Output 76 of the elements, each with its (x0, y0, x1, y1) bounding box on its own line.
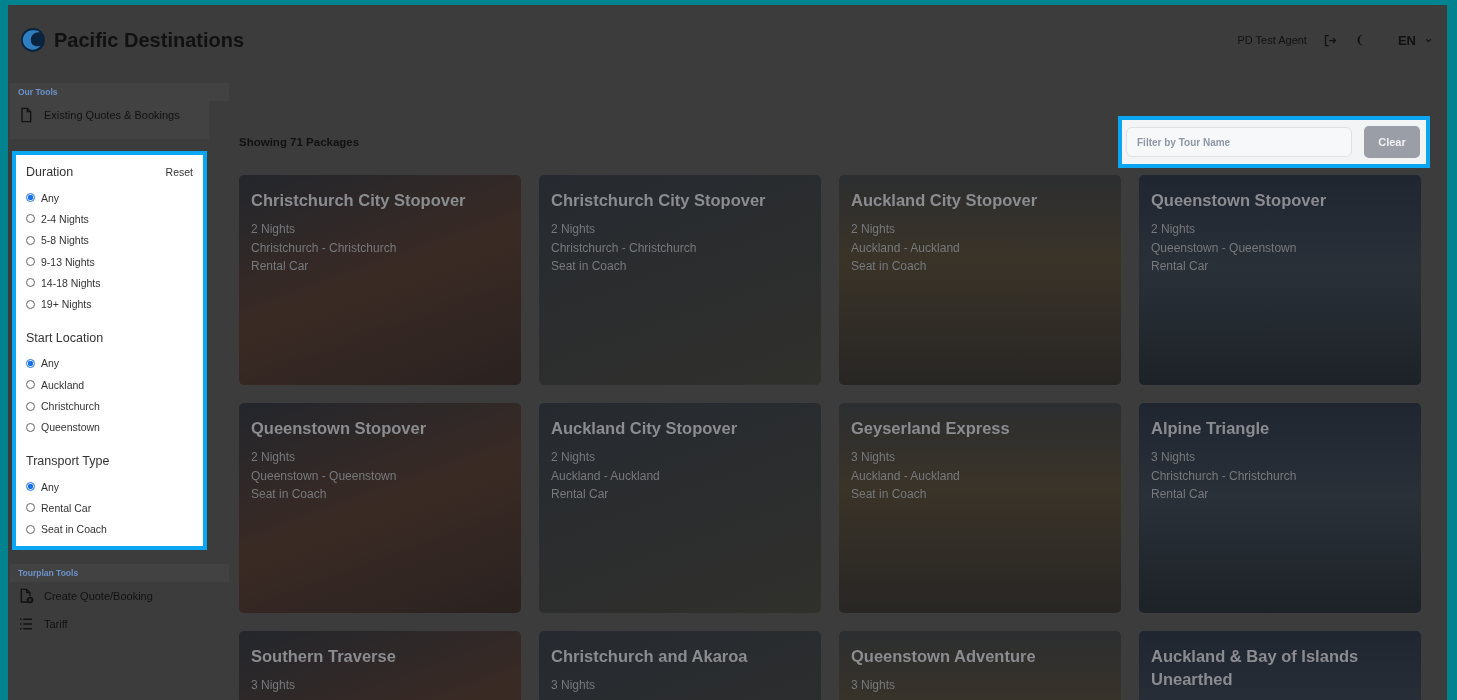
package-nights: 3 Nights (851, 449, 897, 467)
package-card[interactable]: Christchurch and Akaroa 3 Nights (539, 631, 821, 700)
radio-label: 14-18 Nights (41, 276, 101, 289)
filter-group-title: Start Location (26, 330, 104, 345)
package-route: Queenstown - Queenstown (1151, 239, 1298, 257)
radio-label: 5-8 Nights (41, 234, 89, 247)
radio-label: Any (41, 357, 60, 370)
package-title: Queenstown Stopover (1151, 190, 1328, 211)
package-title: Auckland City Stopover (851, 190, 1039, 211)
package-card[interactable]: Christchurch City Stopover 2 Nights Christchurch - Christchurch Rental Car (239, 175, 521, 385)
package-nights: 3 Nights (551, 677, 597, 695)
package-title: Queenstown Adventure (851, 646, 1037, 667)
logout-icon[interactable] (1322, 32, 1338, 48)
package-transport: Seat in Coach (851, 486, 928, 504)
package-card[interactable]: Southern Traverse 3 Nights (239, 631, 521, 700)
package-title: Christchurch City Stopover (551, 190, 767, 211)
radio-button[interactable] (26, 482, 35, 492)
radio-label: Queenstown (41, 421, 100, 434)
package-nights: 3 Nights (851, 677, 897, 695)
package-nights: 2 Nights (251, 449, 297, 467)
reset-link[interactable]: Reset (165, 166, 193, 178)
package-card[interactable]: Auckland & Bay of Islands Unearthed (1139, 631, 1421, 700)
package-card[interactable]: Queenstown Stopover 2 Nights Queenstown - Queenstown Seat in Coach (239, 403, 521, 613)
package-transport: Rental Car (1151, 486, 1210, 504)
radio-button[interactable] (26, 358, 35, 368)
package-card[interactable]: Queenstown Adventure 3 Nights (839, 631, 1121, 700)
radio-label: Seat in Coach (41, 523, 107, 536)
package-card[interactable]: Auckland City Stopover 2 Nights Auckland - Auckland Seat in Coach (839, 175, 1121, 385)
package-route: Christchurch - Christchurch (551, 239, 698, 257)
package-nights: 2 Nights (851, 221, 897, 239)
package-card[interactable]: Christchurch City Stopover 2 Nights Christchurch - Christchurch Seat in Coach (539, 175, 821, 385)
radio-label: Rental Car (41, 501, 92, 514)
package-transport: Seat in Coach (551, 258, 628, 276)
package-title: Auckland City Stopover (551, 418, 739, 439)
package-route: Auckland - Auckland (851, 467, 961, 485)
radio-label: Any (41, 191, 60, 204)
package-transport: Rental Car (551, 486, 610, 504)
package-title: Auckland & Bay of Islands Unearthed (1151, 646, 1360, 691)
clear-button[interactable]: Clear (1364, 126, 1420, 158)
package-nights: 2 Nights (551, 221, 597, 239)
package-route: Christchurch - Christchurch (251, 239, 398, 257)
package-title: Alpine Triangle (1151, 418, 1271, 439)
package-nights: 3 Nights (1151, 449, 1197, 467)
radio-label: 2-4 Nights (41, 212, 89, 225)
package-card[interactable]: Alpine Triangle 3 Nights Christchurch - Christchurch Rental Car (1139, 403, 1421, 613)
package-route: Auckland - Auckland (551, 467, 661, 485)
radio-button[interactable] (26, 193, 35, 203)
filter-group-title: Duration (26, 165, 74, 179)
package-transport: Seat in Coach (851, 258, 928, 276)
package-card[interactable]: Queenstown Stopover 2 Nights Queenstown - Queenstown Rental Car (1139, 175, 1421, 385)
package-nights: 2 Nights (251, 221, 297, 239)
package-route: Auckland - Auckland (851, 239, 961, 257)
package-transport: Seat in Coach (251, 486, 328, 504)
package-title: Christchurch City Stopover (251, 190, 467, 211)
package-route: Queenstown - Queenstown (251, 467, 398, 485)
package-nights: 2 Nights (1151, 221, 1197, 239)
package-title: Geyserland Express (851, 418, 1011, 439)
radio-label: Any (41, 480, 60, 493)
filter-group-title: Transport Type (26, 453, 110, 468)
logo-icon (20, 27, 46, 53)
package-title: Queenstown Stopover (251, 418, 428, 439)
package-card[interactable]: Geyserland Express 3 Nights Auckland - Auckland Seat in Coach (839, 403, 1121, 613)
radio-label: 19+ Nights (41, 298, 92, 311)
package-route: Christchurch - Christchurch (1151, 467, 1298, 485)
package-card[interactable]: Auckland City Stopover 2 Nights Auckland - Auckland Rental Car (539, 403, 821, 613)
package-nights: 3 Nights (251, 677, 297, 695)
package-transport: Rental Car (251, 258, 310, 276)
package-title: Christchurch and Akaroa (551, 646, 749, 667)
radio-label: 9-13 Nights (41, 255, 95, 268)
radio-label: Christchurch (41, 400, 100, 412)
document-icon (18, 107, 34, 123)
radio-label: Auckland (41, 378, 85, 391)
tour-name-filter-field[interactable]: Filter by Tour Name (1126, 127, 1352, 157)
package-title: Southern Traverse (251, 646, 397, 667)
package-transport: Rental Car (1151, 258, 1210, 276)
package-nights: 2 Nights (551, 449, 597, 467)
